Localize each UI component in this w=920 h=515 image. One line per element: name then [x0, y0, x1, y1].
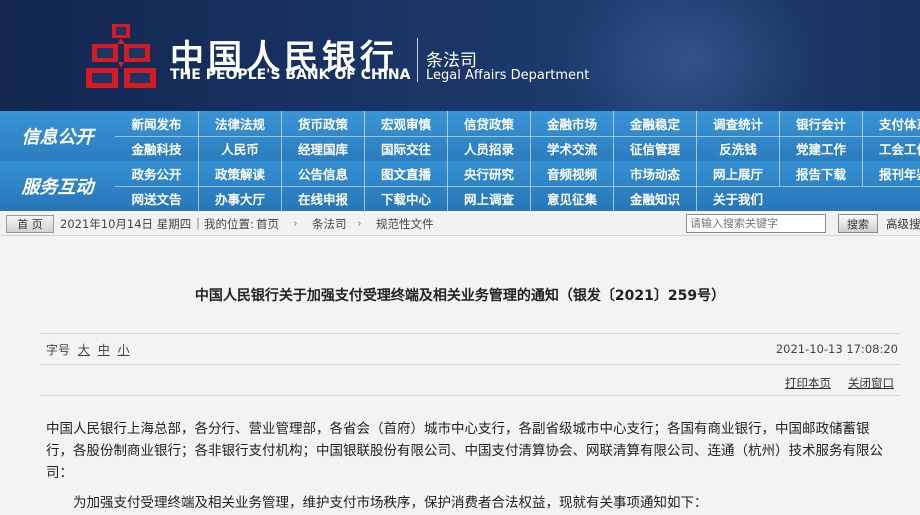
nav-item[interactable]: 工会工作: [862, 136, 920, 161]
article-title: 中国人民银行关于加强支付受理终端及相关业务管理的通知（银发〔2021〕259号）: [194, 288, 726, 304]
nav-item[interactable]: 新闻发布: [115, 111, 198, 136]
nav-item[interactable]: 金融市场: [530, 111, 613, 136]
font-size-medium[interactable]: 中: [98, 343, 110, 357]
search-input[interactable]: [686, 214, 826, 233]
header-glow: [560, 0, 820, 111]
nav-item[interactable]: 法律法规: [198, 111, 281, 136]
nav-item[interactable]: 支付体系: [862, 111, 920, 136]
nav-item[interactable]: 网送文告: [115, 186, 198, 211]
search-button[interactable]: 搜索: [838, 214, 878, 233]
nav-item[interactable]: 宏观审慎: [364, 111, 447, 136]
nav-item[interactable]: 央行研究: [447, 161, 530, 186]
nav-item[interactable]: 政务公开: [115, 161, 198, 186]
font-size-large[interactable]: 大: [78, 343, 90, 357]
divider: [40, 395, 900, 396]
home-button[interactable]: 首 页: [6, 215, 54, 233]
nav-item[interactable]: 报刊年鉴: [862, 161, 920, 186]
dept-name-en[interactable]: Legal Affairs Department: [426, 68, 589, 83]
nav-item[interactable]: 人民币: [198, 136, 281, 161]
nav-item[interactable]: 网上调查: [447, 186, 530, 211]
crumb-divider: |: [196, 216, 200, 230]
site-header: 中国人民银行 THE PEOPLE'S BANK OF CHINA 条法司 Le…: [0, 0, 920, 111]
chevron-right-icon: ›: [293, 216, 298, 230]
header-divider: [417, 38, 418, 82]
location-label: 我的位置:: [204, 217, 254, 231]
nav-item[interactable]: 金融科技: [115, 136, 198, 161]
close-window-link[interactable]: 关闭窗口: [848, 375, 894, 391]
nav-section-label[interactable]: 信息公开: [0, 111, 115, 161]
current-date: 2021年10月14日 星期四: [60, 217, 192, 231]
nav-item[interactable]: 调查统计: [696, 111, 779, 136]
nav-item[interactable]: 网上展厅: [696, 161, 779, 186]
nav-item[interactable]: 国际交往: [364, 136, 447, 161]
pboc-logo-icon[interactable]: [86, 24, 156, 90]
nav-item[interactable]: 银行会计: [779, 111, 862, 136]
nav-item[interactable]: 学术交流: [530, 136, 613, 161]
nav-grid: 新闻发布法律法规货币政策宏观审慎信贷政策金融市场金融稳定调查统计银行会计支付体系…: [115, 111, 920, 161]
nav-section-row: 服务互动 政务公开 政策解读 公告信息 图文直播 央行研究 音频视频 市场动态 网上展厅 报告下载…: [0, 161, 920, 211]
nav-item[interactable]: 金融知识: [613, 186, 696, 211]
nav-section-label[interactable]: 服务互动: [0, 161, 115, 211]
nav-item[interactable]: 金融稳定: [613, 111, 696, 136]
nav-grid: 政务公开政策解读公告信息图文直播央行研究音频视频市场动态网上展厅报告下载报刊年鉴…: [115, 161, 920, 211]
main-nav: 信息公开 新闻发布 法律法规 货币政策 宏观审慎 信贷政策 金融市场 金融稳定 调查统计 银行会计…: [0, 111, 920, 211]
nav-item[interactable]: 在线申报: [281, 186, 364, 211]
font-size-small[interactable]: 小: [118, 343, 130, 357]
nav-item[interactable]: 意见征集: [530, 186, 613, 211]
nav-item[interactable]: 图文直播: [364, 161, 447, 186]
nav-item[interactable]: 市场动态: [613, 161, 696, 186]
breadcrumb-home[interactable]: 首页: [256, 216, 279, 232]
breadcrumb-current[interactable]: 规范性文件: [376, 216, 434, 232]
nav-section-row: 信息公开 新闻发布 法律法规 货币政策 宏观审慎 信贷政策 金融市场 金融稳定 调查统计 银行会计…: [0, 111, 920, 161]
nav-item[interactable]: 报告下载: [779, 161, 862, 186]
nav-item[interactable]: 公告信息: [281, 161, 364, 186]
nav-item[interactable]: 下载中心: [364, 186, 447, 211]
chevron-right-icon: ›: [357, 216, 362, 230]
advanced-search-link[interactable]: 高级搜索: [886, 216, 920, 232]
divider: [40, 333, 900, 334]
breadcrumb-dept[interactable]: 条法司: [312, 216, 347, 232]
nav-item[interactable]: 反洗钱: [696, 136, 779, 161]
divider: [40, 364, 900, 365]
nav-item[interactable]: 人员招录: [447, 136, 530, 161]
print-page-link[interactable]: 打印本页: [785, 375, 831, 391]
nav-item[interactable]: 经理国库: [281, 136, 364, 161]
bank-name-en: THE PEOPLE'S BANK OF CHINA: [170, 67, 411, 83]
nav-item[interactable]: 征信管理: [613, 136, 696, 161]
nav-item[interactable]: 货币政策: [281, 111, 364, 136]
article-paragraph: 为加强支付受理终端及相关业务管理，维护支付市场秩序，保护消费者合法权益，现就有关…: [73, 495, 708, 511]
nav-item[interactable]: 党建工作: [779, 136, 862, 161]
nav-item[interactable]: 信贷政策: [447, 111, 530, 136]
nav-item[interactable]: 关于我们: [696, 186, 779, 211]
font-size-label: 字号: [46, 343, 71, 357]
nav-item[interactable]: 音频视频: [530, 161, 613, 186]
nav-item[interactable]: 政策解读: [198, 161, 281, 186]
article-paragraph: 中国人民银行上海总部，各分行、营业管理部，各省会（首府）城市中心支行，各副省级城…: [46, 421, 883, 481]
publish-date: 2021-10-13 17:08:20: [775, 342, 898, 356]
breadcrumb-bar: 首 页 2021年10月14日 星期四 | 我的位置: 首页 › 条法司 › 规…: [0, 211, 920, 236]
nav-item[interactable]: 办事大厅: [198, 186, 281, 211]
font-size-control: 字号 大 中 小: [46, 341, 130, 358]
